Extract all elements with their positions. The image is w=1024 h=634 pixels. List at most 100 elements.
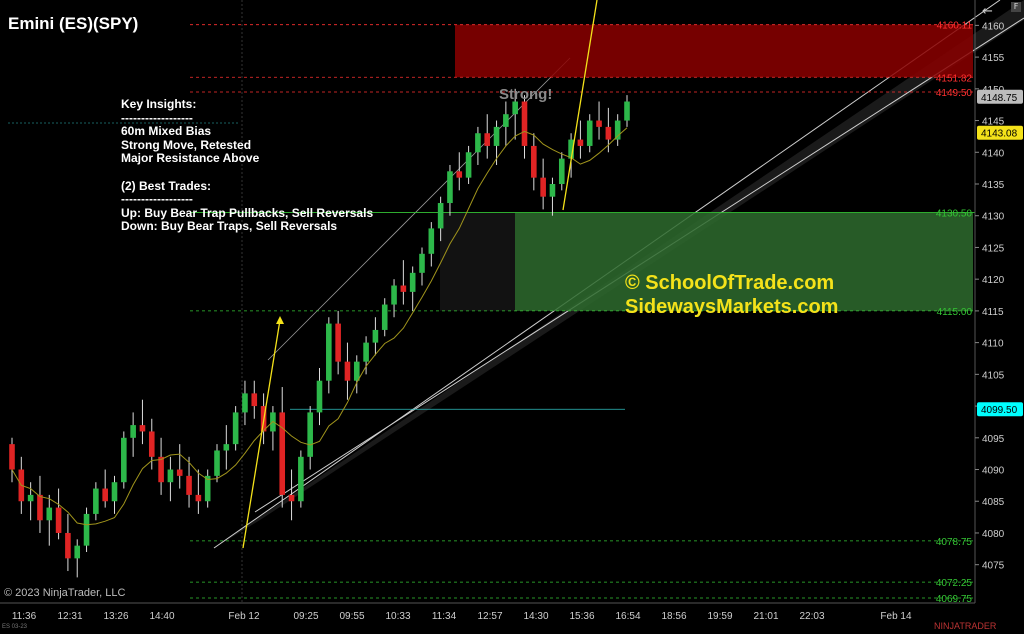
- candle-body: [326, 323, 332, 381]
- x-tick-label: 09:25: [293, 611, 318, 622]
- candle-body: [279, 412, 286, 495]
- candle-body: [363, 342, 369, 362]
- chart-title: Emini (ES)(SPY): [8, 14, 139, 33]
- insight-line: ------------------: [121, 110, 193, 125]
- insight-line: 60m Mixed Bias: [121, 124, 212, 139]
- candle-body: [27, 494, 34, 502]
- x-tick-label: 16:54: [615, 611, 640, 622]
- candle-body: [391, 285, 397, 305]
- x-tick-label: 13:26: [103, 611, 128, 622]
- candle-body: [232, 412, 239, 445]
- y-tick-label: 4080: [982, 529, 1005, 540]
- candle-body: [158, 456, 164, 483]
- x-tick-label: 14:40: [149, 611, 174, 622]
- x-tick-label: 19:59: [707, 611, 732, 622]
- candle-body: [223, 444, 230, 451]
- x-tick-label: Feb 12: [228, 611, 260, 622]
- y-tick-label: 4155: [982, 53, 1005, 64]
- candle-body: [353, 361, 360, 381]
- candle-body: [503, 114, 509, 127]
- insight-line: Up: Buy Bear Trap Pullbacks, Sell Revers…: [121, 205, 374, 220]
- price-level-label: 4149.50: [936, 88, 973, 99]
- y-tick-label: 4130: [982, 212, 1005, 223]
- strong-annotation: Strong!: [499, 86, 553, 103]
- x-tick-label: 18:56: [661, 611, 686, 622]
- y-tick-label: 4125: [982, 243, 1005, 254]
- candle-body: [46, 507, 53, 521]
- candle-body: [344, 361, 351, 381]
- candle-body: [148, 431, 155, 457]
- price-level-label: 4115.00: [937, 307, 973, 318]
- zone-resistance: [455, 24, 973, 78]
- y-tick-label: 4095: [982, 434, 1005, 445]
- candle-body: [456, 171, 463, 178]
- ninjatrader-brand: NINJATRADER: [934, 621, 997, 631]
- watermark-sidewaysmarkets: SidewaysMarkets.com: [625, 296, 839, 318]
- price-marker-label: 4143.08: [981, 129, 1018, 140]
- arrow-left-icon[interactable]: ←: [982, 4, 993, 19]
- price-level-label: 4072.25: [936, 578, 973, 589]
- candle-body: [381, 304, 388, 330]
- trend-line-1: [242, 319, 281, 549]
- candle-body: [195, 494, 202, 502]
- candle-body: [512, 101, 518, 115]
- copyright-text: © 2023 NinjaTrader, LLC: [4, 587, 126, 599]
- x-tick-label: 10:33: [385, 611, 410, 622]
- x-tick-label: 11:36: [12, 611, 37, 622]
- candle-body: [437, 203, 444, 229]
- insight-line: Strong Move, Retested: [121, 137, 252, 152]
- candle-body: [614, 120, 621, 140]
- candle-body: [176, 469, 183, 476]
- x-tick-label: 12:31: [57, 611, 82, 622]
- candle-body: [288, 494, 295, 502]
- chart-id: ES 03-23: [2, 624, 28, 630]
- insight-line: ------------------: [121, 192, 193, 207]
- x-tick-label: 15:36: [569, 611, 594, 622]
- candle-body: [111, 482, 118, 502]
- y-tick-label: 4115: [982, 307, 1004, 318]
- price-marker-label: 4099.50: [981, 405, 1018, 416]
- candle-body: [400, 285, 407, 292]
- candle-body: [624, 101, 630, 121]
- candle-body: [605, 126, 612, 140]
- insight-line: Down: Buy Bear Traps, Sell Reversals: [121, 219, 338, 234]
- price-marker-label: 4148.75: [981, 93, 1018, 104]
- candle-body: [74, 545, 81, 559]
- candle-body: [93, 488, 99, 514]
- candle-body: [121, 437, 127, 483]
- insight-line: Key Insights:: [121, 97, 197, 111]
- candle-body: [139, 425, 146, 432]
- y-tick-label: 4075: [982, 561, 1005, 572]
- candle-body: [9, 444, 15, 470]
- candle-body: [251, 393, 258, 407]
- candle-body: [214, 450, 220, 476]
- candle-body: [186, 475, 192, 495]
- candle-body: [549, 184, 556, 197]
- watermark-schooloftrade: © SchoolOfTrade.com: [625, 272, 835, 294]
- y-tick-label: 4140: [982, 148, 1005, 159]
- x-tick-label: 21:01: [753, 611, 778, 622]
- trend-arrow-icon: [276, 316, 284, 324]
- price-level-label: 4078.75: [936, 537, 973, 548]
- candle-body: [596, 120, 602, 127]
- candle-body: [558, 158, 565, 184]
- candle-body: [83, 513, 90, 546]
- candle-body: [484, 133, 491, 146]
- candle-body: [428, 228, 435, 254]
- y-tick-label: 4105: [982, 370, 1005, 381]
- candle-body: [55, 507, 62, 533]
- x-tick-label: 22:03: [799, 611, 824, 622]
- x-tick-label: 09:55: [339, 611, 364, 622]
- support-shadow: [440, 212, 515, 311]
- y-tick-label: 4120: [982, 275, 1005, 286]
- candle-body: [316, 380, 323, 413]
- candle-body: [521, 101, 528, 146]
- candle-body: [298, 456, 304, 502]
- price-level-label: 4130.50: [936, 209, 973, 220]
- x-tick-label: Feb 14: [880, 611, 912, 622]
- f-button[interactable]: F: [1011, 2, 1021, 12]
- candle-body: [465, 152, 472, 178]
- candle-body: [447, 171, 453, 204]
- price-level-label: 4151.82: [936, 73, 973, 84]
- y-tick-label: 4090: [982, 466, 1005, 477]
